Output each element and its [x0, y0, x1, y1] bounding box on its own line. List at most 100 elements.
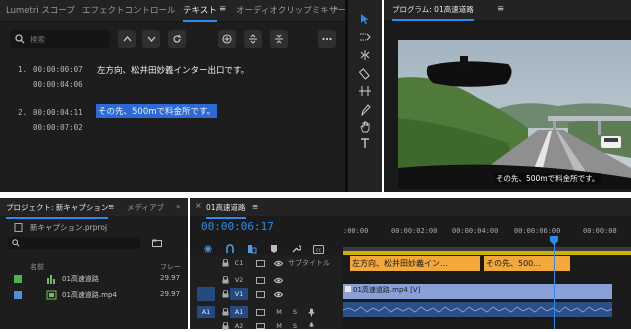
more-options-icon[interactable]: [318, 30, 336, 48]
source-patch-a1[interactable]: A1: [197, 306, 215, 318]
video-frame[interactable]: その先、500mで料金所です。: [398, 28, 631, 189]
sync-lock-icon[interactable]: [256, 291, 265, 298]
microphone-icon[interactable]: [308, 308, 315, 317]
caption-index: 1.: [18, 65, 28, 74]
list-item[interactable]: 1. 00:00:00:07 00:00:04:06 左方向、松井田妙義インター…: [0, 55, 345, 97]
caption-in-time: 00:00:04:11: [33, 108, 83, 117]
search-icon: [12, 239, 20, 247]
eye-icon[interactable]: [274, 260, 283, 267]
track-label-a1[interactable]: A1: [230, 306, 248, 318]
fx-badge-icon: [345, 286, 351, 292]
sequence-icon: [47, 275, 55, 284]
track-label-v2[interactable]: V2: [230, 274, 248, 286]
sync-lock-icon[interactable]: [256, 309, 265, 316]
list-item[interactable]: 2. 00:00:04:11 00:00:07:02 その先、500mで料金所で…: [0, 99, 345, 141]
playhead-timecode[interactable]: 00:00:06:17: [201, 220, 274, 233]
solo-button[interactable]: S: [286, 306, 304, 318]
new-bin-icon[interactable]: [152, 239, 162, 247]
program-monitor-title[interactable]: プログラム: 01高速道路: [392, 4, 474, 21]
caption-text-selected[interactable]: その先、500mで料金所です。: [96, 104, 218, 118]
panel-gap: [0, 192, 631, 198]
ripple-edit-icon[interactable]: [358, 50, 372, 64]
tab-project[interactable]: プロジェクト: 新キャプション: [6, 202, 109, 219]
item-fps: 29.97: [160, 274, 181, 282]
add-marker-icon[interactable]: [270, 244, 278, 254]
label-color-swatch: [14, 291, 22, 299]
project-menu-icon[interactable]: ≡: [108, 202, 114, 211]
project-tabbar: プロジェクト: 新キャプション ≡ メディアブ »: [0, 198, 188, 219]
search-icon: [15, 34, 25, 44]
search-box[interactable]: [10, 30, 110, 48]
playhead-handle[interactable]: [550, 236, 558, 245]
sync-lock-icon[interactable]: [256, 260, 265, 267]
captions-icon[interactable]: cc: [313, 245, 324, 254]
audio-clip[interactable]: [343, 302, 612, 317]
tab-text[interactable]: テキスト: [183, 4, 217, 22]
caption-clip-2[interactable]: その先、500...: [484, 256, 570, 271]
caption-clip-label: その先、500...: [486, 259, 541, 268]
solo-button[interactable]: S: [286, 320, 304, 332]
track-select-icon[interactable]: [358, 32, 372, 46]
list-item[interactable]: 01高速道路 29.97: [0, 272, 188, 286]
sync-lock-icon[interactable]: [256, 323, 265, 329]
project-search-box[interactable]: [8, 237, 140, 249]
lock-icon[interactable]: [222, 290, 229, 298]
tab-media-browser[interactable]: メディアブ: [127, 202, 164, 213]
nest-icon[interactable]: [203, 244, 213, 254]
selection-tool-icon[interactable]: [358, 13, 372, 27]
track-label-a2[interactable]: A2: [230, 320, 248, 332]
ruler-label: 00:00:08: [583, 227, 617, 235]
add-caption-icon[interactable]: [218, 30, 236, 48]
close-icon[interactable]: ×: [195, 201, 202, 210]
ruler-label: 00:00:06:00: [514, 227, 561, 235]
lock-icon[interactable]: [222, 259, 229, 267]
refresh-icon[interactable]: [168, 30, 186, 48]
linked-selection-icon[interactable]: [247, 244, 257, 254]
list-item[interactable]: 01高速道路.mp4 29.97: [0, 288, 188, 302]
item-name: 01高速道路: [62, 275, 99, 283]
hand-tool-icon[interactable]: [358, 121, 372, 135]
wrench-icon[interactable]: [291, 244, 301, 254]
subtitle-overlay: その先、500mで料金所です。: [494, 173, 602, 184]
column-header-name[interactable]: 名前: [30, 262, 44, 272]
merge-caption-icon[interactable]: [270, 30, 288, 48]
more-tabs-icon[interactable]: »: [333, 4, 338, 14]
caption-out-time: 00:00:07:02: [33, 123, 83, 132]
column-header-fps[interactable]: フレー: [160, 262, 181, 272]
item-name: 01高速道路.mp4: [62, 291, 117, 299]
razor-tool-icon[interactable]: [358, 68, 372, 82]
tab-sequence[interactable]: 01高速道路: [206, 202, 246, 219]
lock-icon[interactable]: [222, 276, 229, 284]
slip-tool-icon[interactable]: [358, 86, 372, 100]
audio-waveform: [343, 306, 612, 313]
playhead[interactable]: [554, 240, 555, 329]
ruler-label: :00:00: [343, 227, 369, 235]
video-clip[interactable]: 01高速道路.mp4 [V]: [343, 284, 612, 299]
panel-menu-icon[interactable]: ≡: [219, 4, 226, 14]
pen-tool-icon[interactable]: [358, 104, 372, 118]
tab-effect-controls[interactable]: エフェクトコントロール: [82, 4, 176, 16]
type-tool-icon[interactable]: [358, 138, 372, 152]
track-label-c1[interactable]: C1: [230, 257, 248, 269]
eye-icon[interactable]: [274, 277, 283, 284]
track-label-v1[interactable]: V1: [230, 288, 248, 300]
more-tabs-icon[interactable]: »: [176, 202, 181, 211]
lock-icon[interactable]: [222, 308, 229, 316]
svg-text:cc: cc: [316, 248, 322, 254]
search-input[interactable]: [30, 32, 106, 46]
eye-icon[interactable]: [274, 291, 283, 298]
program-menu-icon[interactable]: ≡: [497, 4, 504, 14]
timeline-menu-icon[interactable]: ≡: [252, 202, 258, 211]
source-patch-v1[interactable]: [197, 287, 215, 301]
snap-magnet-icon[interactable]: [225, 244, 235, 254]
split-caption-icon[interactable]: [244, 30, 262, 48]
chevron-up-icon[interactable]: [118, 30, 136, 48]
tab-audio-clip-mixer[interactable]: オーディオクリップミキサー: [236, 4, 345, 16]
label-color-swatch: [14, 275, 22, 283]
chevron-down-icon[interactable]: [142, 30, 160, 48]
caption-clip-1[interactable]: 左方向、松井田妙義イン...: [350, 256, 480, 271]
microphone-icon[interactable]: [308, 322, 315, 329]
sync-lock-icon[interactable]: [256, 277, 265, 284]
tab-lumetri-scopes[interactable]: Lumetri スコープ: [6, 4, 75, 16]
caption-text[interactable]: 左方向、松井田妙義インター出口です。: [97, 64, 249, 76]
